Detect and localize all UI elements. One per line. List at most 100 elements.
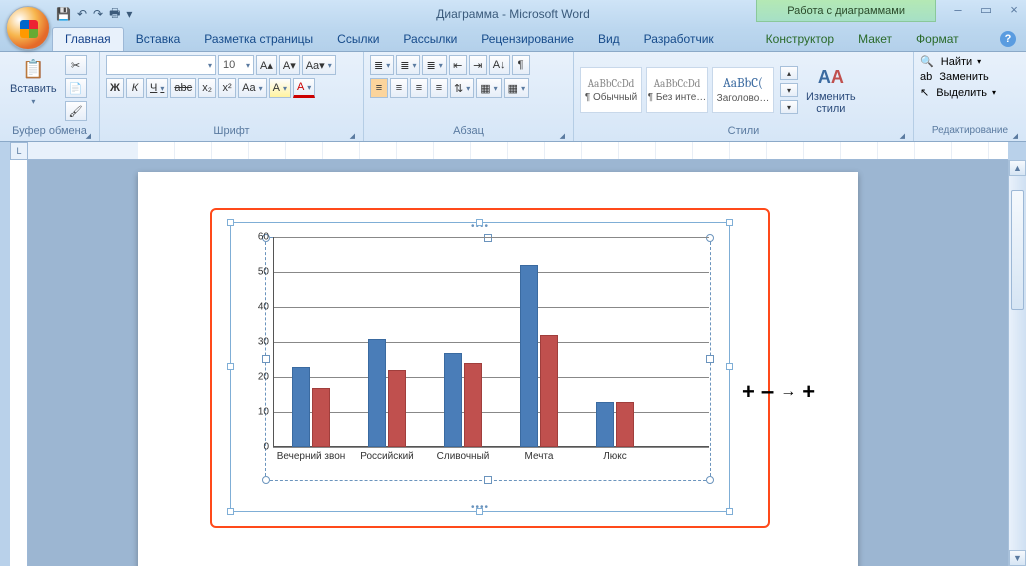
bar-series2[interactable] — [616, 402, 634, 448]
superscript-button[interactable]: x² — [218, 78, 236, 98]
chart-plot: 0102030405060Вечерний звонРоссийскийСлив… — [273, 237, 709, 447]
align-center-button[interactable]: ≡ — [390, 78, 408, 98]
bar-series1[interactable] — [444, 353, 462, 448]
shrink-font-button[interactable]: A▾ — [279, 55, 300, 75]
decrease-indent-button[interactable]: ⇤ — [449, 55, 467, 75]
tab-references[interactable]: Ссылки — [325, 28, 391, 51]
resize-handle[interactable] — [476, 219, 483, 226]
change-case-button[interactable]: Aa — [238, 78, 266, 98]
find-button[interactable]: 🔍 Найти▾ — [920, 55, 981, 68]
restore-button[interactable]: ▭ — [978, 2, 994, 18]
borders-button[interactable]: ▦ — [504, 78, 529, 98]
tab-chart-design[interactable]: Конструктор — [754, 28, 846, 51]
bar-series1[interactable] — [520, 265, 538, 447]
close-button[interactable]: × — [1006, 2, 1022, 18]
align-right-button[interactable]: ≡ — [410, 78, 428, 98]
tab-chart-layout[interactable]: Макет — [846, 28, 904, 51]
grow-font-button[interactable]: A▴ — [256, 55, 277, 75]
qat-redo-icon[interactable]: ↷ — [93, 7, 103, 21]
qat-undo-icon[interactable]: ↶ — [77, 7, 87, 21]
styles-scroll-up[interactable]: ▴ — [780, 66, 798, 80]
y-axis-tick: 10 — [258, 407, 269, 418]
numbering-button[interactable]: ≣ — [396, 55, 420, 75]
tab-view[interactable]: Вид — [586, 28, 632, 51]
vertical-ruler[interactable] — [10, 160, 28, 566]
resize-handle[interactable] — [227, 508, 234, 515]
align-left-button[interactable]: ≡ — [370, 78, 388, 98]
copy-button[interactable]: 📄 — [65, 78, 87, 98]
bar-series2[interactable] — [464, 363, 482, 447]
multilevel-button[interactable]: ≣ — [422, 55, 446, 75]
font-family-combo[interactable] — [106, 55, 216, 75]
bar-series2[interactable] — [312, 388, 330, 448]
resize-handle[interactable] — [227, 219, 234, 226]
cut-button[interactable]: ✂ — [65, 55, 87, 75]
style-no-spacing[interactable]: AaBbCcDd ¶ Без инте… — [646, 67, 708, 113]
tab-developer[interactable]: Разработчик — [632, 28, 726, 51]
paste-button[interactable]: 📋 Вставить ▾ — [6, 55, 61, 108]
help-icon[interactable]: ? — [1000, 31, 1016, 47]
plot-handle[interactable] — [706, 476, 714, 484]
bold-button[interactable]: Ж — [106, 78, 124, 98]
select-button[interactable]: ↖ Выделить▾ — [920, 86, 996, 99]
subscript-button[interactable]: x₂ — [198, 78, 216, 98]
show-marks-button[interactable]: ¶ — [512, 55, 530, 75]
bar-series1[interactable] — [596, 402, 614, 448]
qat-more-icon[interactable]: ▾ — [126, 7, 132, 21]
qat-print-icon[interactable]: 🖶 — [109, 4, 120, 25]
bar-series1[interactable] — [368, 339, 386, 448]
tab-chart-format[interactable]: Формат — [904, 28, 971, 51]
highlight-button[interactable]: A — [269, 78, 291, 98]
resize-handle[interactable] — [227, 363, 234, 370]
bar-series2[interactable] — [388, 370, 406, 447]
tab-home[interactable]: Главная — [52, 27, 124, 51]
scroll-down-arrow[interactable]: ▼ — [1009, 550, 1026, 566]
format-painter-button[interactable]: 🖌 — [65, 101, 87, 121]
italic-button[interactable]: К — [126, 78, 144, 98]
styles-scroll-down[interactable]: ▾ — [780, 83, 798, 97]
replace-button[interactable]: ab Заменить — [920, 71, 989, 83]
plot-handle[interactable] — [262, 476, 270, 484]
clear-format-button[interactable]: Aa▾ — [302, 55, 336, 75]
office-button[interactable] — [6, 6, 50, 50]
styles-expand[interactable]: ▾ — [780, 100, 798, 114]
ruler-corner[interactable]: L — [10, 142, 28, 160]
underline-button[interactable]: Ч — [146, 78, 168, 98]
tab-insert[interactable]: Вставка — [124, 28, 193, 51]
bar-series2[interactable] — [540, 335, 558, 447]
strike-button[interactable]: abc — [170, 78, 196, 98]
resize-handle[interactable] — [476, 508, 483, 515]
minimize-button[interactable]: – — [950, 2, 966, 18]
qat-save-icon[interactable]: 💾 — [56, 7, 71, 21]
bullets-button[interactable]: ≣ — [370, 55, 394, 75]
font-color-button[interactable]: A — [293, 78, 315, 98]
sort-button[interactable]: A↓ — [489, 55, 510, 75]
shading-button[interactable]: ▦ — [476, 78, 501, 98]
font-size-combo[interactable]: 10 — [218, 55, 254, 75]
change-styles-label: Изменить стили — [806, 91, 856, 115]
change-styles-button[interactable]: AA Изменить стили — [802, 63, 860, 117]
chart-object[interactable]: •••• •••• 0102030405060Вечерний звонРосс… — [230, 222, 730, 512]
align-justify-button[interactable]: ≡ — [430, 78, 448, 98]
style-normal[interactable]: AaBbCcDd ¶ Обычный — [580, 67, 642, 113]
bar-series1[interactable] — [292, 367, 310, 448]
plot-handle[interactable] — [262, 355, 270, 363]
ribbon-tabs: Главная Вставка Разметка страницы Ссылки… — [0, 28, 1026, 52]
annotation-highlight: •••• •••• 0102030405060Вечерний звонРосс… — [210, 208, 770, 528]
resize-handle[interactable] — [726, 508, 733, 515]
plot-handle[interactable] — [484, 476, 492, 484]
document-page[interactable]: •••• •••• 0102030405060Вечерний звонРосс… — [138, 172, 858, 566]
resize-handle[interactable] — [726, 219, 733, 226]
tab-mailings[interactable]: Рассылки — [391, 28, 469, 51]
tab-review[interactable]: Рецензирование — [469, 28, 586, 51]
style-name: ¶ Без инте… — [648, 92, 707, 103]
style-heading1[interactable]: AaBbC( Заголово… — [712, 67, 774, 113]
increase-indent-button[interactable]: ⇥ — [469, 55, 487, 75]
resize-handle[interactable] — [726, 363, 733, 370]
vertical-scrollbar[interactable]: ▲ ▼ — [1008, 160, 1026, 566]
tab-page-layout[interactable]: Разметка страницы — [192, 28, 325, 51]
scroll-up-arrow[interactable]: ▲ — [1009, 160, 1026, 176]
line-spacing-button[interactable]: ⇅ — [450, 78, 474, 98]
horizontal-ruler[interactable] — [28, 142, 1008, 160]
scroll-thumb[interactable] — [1011, 190, 1024, 310]
